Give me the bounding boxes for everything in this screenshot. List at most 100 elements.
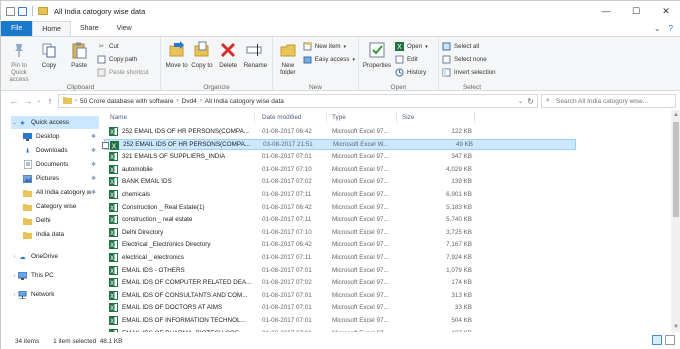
file-row[interactable]: Xautomobile 01-08-2017 07:10 Microsoft Exc… bbox=[104, 164, 576, 175]
forward-arrow-icon[interactable]: → bbox=[21, 96, 35, 106]
column-header-size[interactable]: Size bbox=[402, 110, 414, 124]
scroll-down-icon[interactable]: ▼ bbox=[671, 322, 680, 332]
column-divider[interactable] bbox=[326, 112, 327, 123]
up-arrow-icon[interactable]: ↑ bbox=[43, 96, 57, 106]
address-bar[interactable]: › 50 Crore database with software › Dvd4… bbox=[58, 94, 538, 108]
breadcrumb-chevron-icon[interactable]: › bbox=[75, 98, 77, 104]
nav-quick-access[interactable]: ⌄ ★ Quick access bbox=[11, 116, 99, 129]
copy-path-button[interactable]: Copy path bbox=[97, 55, 149, 64]
column-divider[interactable] bbox=[396, 112, 397, 123]
breadcrumb-chevron-icon[interactable]: › bbox=[200, 98, 202, 104]
address-dropdown-icon[interactable]: ⌄ bbox=[518, 98, 523, 105]
computer-icon bbox=[18, 271, 27, 280]
breadcrumb-chevron-icon[interactable]: › bbox=[177, 98, 179, 104]
svg-text:X: X bbox=[110, 167, 114, 174]
file-row[interactable]: X 252 EMAIL IDS OF HR PERSONS(COMPA... 01-… bbox=[104, 126, 576, 137]
scroll-up-icon[interactable]: ▲ bbox=[671, 110, 680, 120]
cut-button[interactable]: ✂ Cut bbox=[97, 42, 149, 51]
tab-share[interactable]: Share bbox=[71, 21, 108, 36]
excel-open-icon: X bbox=[395, 42, 404, 51]
tab-home[interactable]: Home bbox=[32, 21, 71, 36]
expand-ribbon-icon[interactable]: ⌄ bbox=[654, 24, 661, 33]
scrollbar-thumb[interactable] bbox=[673, 122, 679, 217]
open-button[interactable]: X Open ▾ bbox=[395, 42, 428, 51]
file-row[interactable]: X Electrical _Electronics Directory 01-08-… bbox=[104, 239, 576, 250]
select-all-button[interactable]: Select all bbox=[442, 42, 496, 51]
search-input[interactable]: ⌕ Search All India catogory wise... bbox=[541, 94, 676, 108]
nav-network[interactable]: › Network bbox=[11, 288, 99, 301]
column-divider[interactable] bbox=[474, 112, 475, 123]
nav-item-india-data[interactable]: India data bbox=[23, 228, 99, 241]
nav-this-pc[interactable]: › This PC bbox=[11, 269, 99, 282]
file-row[interactable]: X 252 EMAIL IDS OF HR PERSONS(COMPA... 03-… bbox=[102, 138, 576, 150]
nav-item-category-wise[interactable]: Category wise bbox=[23, 200, 99, 213]
details-view-icon[interactable] bbox=[652, 335, 662, 345]
column-header-name[interactable]: Name bbox=[110, 110, 127, 124]
file-row[interactable]: Xelectrical _ electronics 01-08-2017 07:1… bbox=[104, 252, 576, 263]
breadcrumb-item[interactable]: Dvd4 bbox=[182, 98, 197, 105]
close-button[interactable]: ✕ bbox=[651, 1, 680, 21]
recent-dropdown-icon[interactable]: ⌄ bbox=[35, 97, 43, 104]
tab-file[interactable]: File bbox=[1, 21, 33, 36]
file-row[interactable]: X EMAIL IDS OF COMPUTER RELATED DEA... 01-… bbox=[104, 277, 576, 288]
file-date: 01-08-2017 07:01 bbox=[262, 317, 312, 324]
column-header-type[interactable]: Type bbox=[332, 110, 346, 124]
pin-icon[interactable]: ✱ bbox=[91, 147, 99, 154]
pin-icon[interactable]: ✱ bbox=[91, 189, 99, 196]
expand-chevron-icon[interactable]: › bbox=[11, 273, 18, 279]
breadcrumb-item[interactable]: 50 Crore database with software bbox=[80, 98, 174, 105]
tab-view[interactable]: View bbox=[108, 21, 141, 36]
nav-item-documents[interactable]: Documents ✱ bbox=[23, 158, 99, 171]
nav-item-downloads[interactable]: ⬇ Downloads ✱ bbox=[23, 144, 99, 157]
history-button[interactable]: History bbox=[395, 68, 428, 77]
expand-chevron-icon[interactable]: ⌄ bbox=[11, 120, 18, 126]
excel-legacy-icon: X bbox=[109, 190, 118, 199]
easy-access-button[interactable]: Easy access ▾ bbox=[303, 55, 355, 64]
file-date: 01-08-2017 07:11 bbox=[262, 191, 312, 198]
excel-legacy-icon: X bbox=[109, 127, 118, 136]
file-row[interactable]: X EMAIL IDS OF CONSULTANTS AND COM... 01-0… bbox=[104, 290, 576, 301]
properties-qat-icon[interactable] bbox=[6, 6, 15, 16]
cloud-icon: ☁ bbox=[19, 253, 26, 261]
svg-text:X: X bbox=[110, 268, 114, 275]
column-divider[interactable] bbox=[254, 112, 255, 123]
minimize-button[interactable]: — bbox=[591, 1, 621, 21]
edit-button[interactable]: Edit bbox=[395, 55, 428, 64]
file-row[interactable]: X EMAIL IDS - OTHERS 01-08-2017 07:01 Micro… bbox=[104, 265, 576, 276]
invert-selection-button[interactable]: Invert selection bbox=[442, 68, 496, 77]
vertical-scrollbar[interactable]: ▲ ▼ bbox=[671, 110, 680, 332]
nav-item-all-india[interactable]: All India catogory w ✱ bbox=[23, 186, 99, 199]
row-checkbox[interactable] bbox=[102, 141, 109, 149]
column-header-date[interactable]: Date modified bbox=[262, 110, 301, 124]
file-row[interactable]: X Construction _ Real Estate(1) 01-08-2017… bbox=[104, 202, 576, 213]
select-none-button[interactable]: Select none bbox=[442, 55, 496, 64]
nav-item-desktop[interactable]: Desktop ✱ bbox=[23, 130, 99, 143]
file-row[interactable]: X Delhi Directory 01-08-2017 07:10 Microsof… bbox=[104, 227, 576, 238]
file-row[interactable]: X 321 EMAILS OF SUPPLIERS_INDIA 01-08-2017… bbox=[104, 151, 576, 162]
file-row[interactable]: X EMAIL IDS OF INFORMATION TECHNOL... 01-0… bbox=[104, 315, 576, 326]
file-row[interactable]: Xchemicals 01-08-2017 07:11 Microsoft Exce… bbox=[104, 189, 576, 200]
help-icon[interactable]: ? bbox=[669, 24, 673, 33]
refresh-icon[interactable]: ↻ bbox=[527, 97, 534, 106]
back-arrow-icon[interactable]: ← bbox=[7, 96, 21, 106]
nav-item-pictures[interactable]: Pictures ✱ bbox=[23, 172, 99, 185]
file-row[interactable]: X BANK EMAIL IDS 01-08-2017 07:02 Microsoft… bbox=[104, 176, 576, 187]
expand-chevron-icon[interactable]: › bbox=[11, 292, 18, 298]
file-name: Electrical _Electronics Directory bbox=[122, 241, 211, 249]
checkmark-qat-icon[interactable] bbox=[18, 6, 27, 16]
new-item-button[interactable]: New item ▾ bbox=[303, 42, 355, 51]
expand-chevron-icon[interactable]: › bbox=[11, 254, 18, 260]
pin-icon[interactable]: ✱ bbox=[91, 161, 99, 168]
large-icons-view-icon[interactable] bbox=[665, 335, 675, 345]
file-row[interactable]: Xconstruction _ real estate 01-08-2017 07… bbox=[104, 214, 576, 225]
maximize-button[interactable]: ☐ bbox=[621, 1, 651, 21]
file-row[interactable]: X EMAIL IDS OF DOCTORS AT AIMS 01-08-2017 … bbox=[104, 302, 576, 313]
file-size: 5,740 KB bbox=[446, 216, 472, 224]
pin-icon[interactable]: ✱ bbox=[91, 175, 99, 182]
download-arrow-icon: ⬇ bbox=[24, 147, 31, 155]
paste-shortcut-button[interactable]: Paste shortcut bbox=[97, 68, 149, 77]
pin-icon[interactable]: ✱ bbox=[91, 133, 99, 140]
nav-item-delhi[interactable]: Delhi bbox=[23, 214, 99, 227]
nav-onedrive[interactable]: › ☁ OneDrive bbox=[11, 250, 99, 263]
breadcrumb-item[interactable]: All India catogory wise data bbox=[205, 98, 284, 105]
